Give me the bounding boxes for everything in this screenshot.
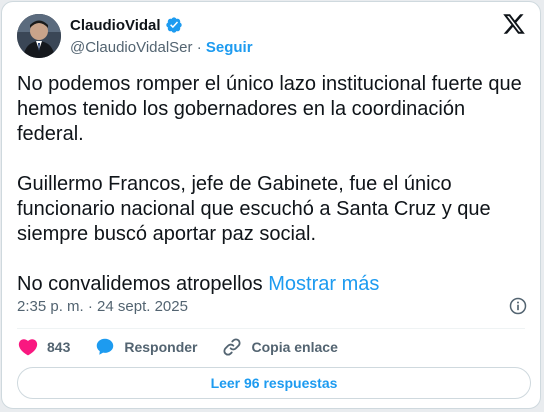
- reply-label: Responder: [124, 339, 198, 355]
- timestamp[interactable]: 2:35 p. m. · 24 sept. 2025: [17, 298, 188, 315]
- info-icon[interactable]: [508, 296, 528, 316]
- tweet-card: ClaudioVidal @ClaudioVidalSer · Seguir N…: [1, 1, 541, 409]
- author-handle-row: @ClaudioVidalSer · Seguir: [70, 39, 253, 56]
- reply-bubble-icon: [97, 338, 114, 355]
- link-icon: [223, 338, 242, 356]
- tweet-paragraph: No podemos romper el único lazo instituc…: [17, 73, 522, 145]
- tweet-paragraph: Guillermo Francos, jefe de Gabinete, fue…: [17, 173, 491, 245]
- avatar[interactable]: [17, 14, 61, 58]
- divider: [17, 328, 525, 329]
- author-name-row: ClaudioVidal: [70, 16, 183, 34]
- copy-link-button[interactable]: Copia enlace: [221, 336, 338, 358]
- read-replies-button[interactable]: Leer 96 respuestas: [17, 367, 531, 399]
- tweet-paragraph: No convalidemos atropellos: [17, 273, 263, 295]
- like-count: 843: [47, 339, 71, 355]
- author-handle[interactable]: @ClaudioVidalSer: [70, 39, 193, 56]
- tweet-paragraph-last: No convalidemos atropellos Mostrar más: [17, 272, 527, 297]
- copy-link-label: Copia enlace: [251, 339, 338, 355]
- verified-badge-icon: [165, 17, 182, 33]
- like-button[interactable]: 843: [17, 336, 70, 358]
- action-bar: 843 Responder Copia enlace: [17, 336, 362, 358]
- tweet-text: No podemos romper el único lazo instituc…: [17, 72, 527, 297]
- author-name[interactable]: ClaudioVidal: [70, 17, 161, 34]
- heart-icon: [18, 339, 38, 356]
- separator: ·: [192, 39, 206, 56]
- follow-button[interactable]: Seguir: [206, 39, 253, 56]
- x-logo-icon[interactable]: [502, 12, 526, 36]
- show-more-link[interactable]: Mostrar más: [268, 273, 379, 295]
- reply-button[interactable]: Responder: [94, 336, 197, 358]
